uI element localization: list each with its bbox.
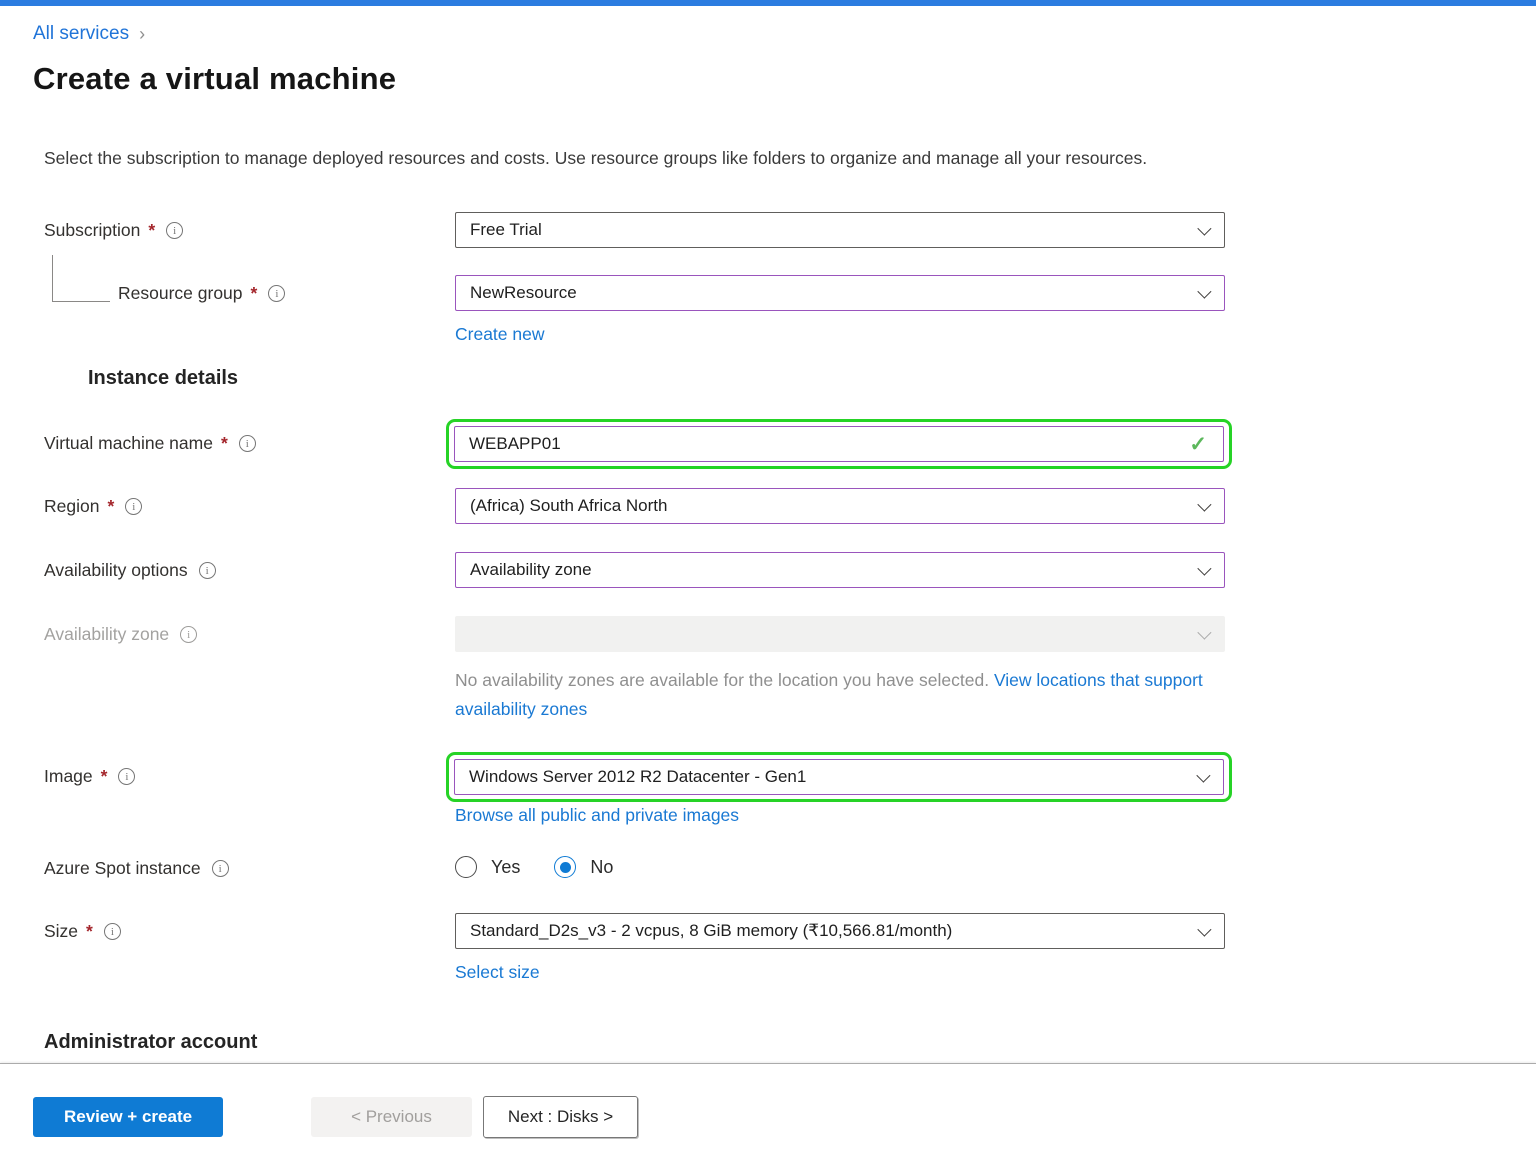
availability-options-label-text: Availability options [44, 560, 188, 581]
availability-zone-label: Availability zone i [44, 616, 455, 645]
vm-name-value: WEBAPP01 [469, 434, 561, 454]
vm-name-highlight-box: WEBAPP01 ✓ [446, 419, 1232, 469]
image-label-text: Image [44, 766, 93, 787]
image-row: Image * i Windows Server 2012 R2 Datacent… [44, 752, 1536, 826]
azure-spot-radio-group: Yes No [455, 850, 613, 878]
azure-spot-yes-option[interactable]: Yes [455, 856, 520, 878]
radio-unselected-icon [455, 856, 477, 878]
availability-options-value: Availability zone [470, 560, 592, 580]
subscription-dropdown[interactable]: Free Trial [455, 212, 1225, 248]
availability-options-row: Availability options i Availability zone [44, 552, 1536, 588]
chevron-down-icon [1197, 285, 1211, 299]
required-asterisk: * [100, 766, 108, 787]
image-highlight-box: Windows Server 2012 R2 Datacenter - Gen1 [446, 752, 1232, 802]
instance-details-heading: Instance details [88, 367, 1536, 390]
vm-name-input[interactable]: WEBAPP01 ✓ [454, 426, 1224, 462]
footer-action-bar: Review + create < Previous Next : Disks … [0, 1063, 1536, 1154]
admin-account-heading: Administrator account [44, 1031, 1536, 1048]
chevron-down-icon [1197, 562, 1211, 576]
azure-spot-label: Azure Spot instance i [44, 850, 455, 879]
required-asterisk: * [85, 921, 93, 942]
availability-options-label: Availability options i [44, 552, 455, 581]
availability-options-dropdown[interactable]: Availability zone [455, 552, 1225, 588]
size-dropdown[interactable]: Standard_D2s_v3 - 2 vcpus, 8 GiB memory … [455, 913, 1225, 949]
radio-selected-icon [554, 856, 576, 878]
info-icon[interactable]: i [118, 768, 135, 785]
page-description: Select the subscription to manage deploy… [44, 144, 1229, 173]
basics-form: Subscription * i Free Trial Resource grou… [0, 212, 1536, 983]
required-asterisk: * [106, 496, 114, 517]
breadcrumb-chevron-icon: › [139, 24, 145, 45]
azure-spot-label-text: Azure Spot instance [44, 858, 201, 879]
breadcrumb: All services › [33, 23, 1536, 45]
availability-zone-message: No availability zones are available for … [455, 666, 1230, 724]
region-label-text: Region [44, 496, 99, 517]
subscription-label: Subscription * i [44, 212, 455, 241]
size-row: Size * i Standard_D2s_v3 - 2 vcpus, 8 GiB… [44, 913, 1536, 983]
required-asterisk: * [220, 433, 228, 454]
previous-button[interactable]: < Previous [311, 1097, 472, 1137]
page-title: Create a virtual machine [33, 61, 1536, 97]
info-icon[interactable]: i [199, 562, 216, 579]
required-asterisk: * [250, 283, 258, 304]
vm-name-label-text: Virtual machine name [44, 433, 213, 454]
azure-spot-no-label: No [590, 857, 613, 878]
info-icon[interactable]: i [212, 860, 229, 877]
info-icon[interactable]: i [125, 498, 142, 515]
valid-check-icon: ✓ [1189, 434, 1207, 455]
subscription-row: Subscription * i Free Trial [44, 212, 1536, 248]
azure-spot-yes-label: Yes [491, 857, 520, 878]
availability-zone-message-text: No availability zones are available for … [455, 670, 994, 690]
select-size-link[interactable]: Select size [455, 962, 540, 983]
availability-zone-dropdown [455, 616, 1225, 652]
breadcrumb-all-services-link[interactable]: All services [33, 23, 129, 45]
vm-name-row: Virtual machine name * i WEBAPP01 ✓ [44, 419, 1536, 469]
image-label: Image * i [44, 752, 455, 787]
info-icon[interactable]: i [180, 626, 197, 643]
chevron-down-icon [1197, 626, 1211, 640]
chevron-down-icon [1197, 498, 1211, 512]
size-value: Standard_D2s_v3 - 2 vcpus, 8 GiB memory … [470, 921, 952, 941]
subscription-label-text: Subscription [44, 220, 140, 241]
size-label-text: Size [44, 921, 78, 942]
subscription-value: Free Trial [470, 220, 542, 240]
region-row: Region * i (Africa) South Africa North [44, 488, 1536, 524]
info-icon[interactable]: i [166, 222, 183, 239]
region-dropdown[interactable]: (Africa) South Africa North [455, 488, 1225, 524]
tree-connector-line [52, 255, 110, 302]
info-icon[interactable]: i [268, 285, 285, 302]
browse-images-link[interactable]: Browse all public and private images [455, 805, 739, 826]
availability-zone-row: Availability zone i No availability zone… [44, 616, 1536, 724]
admin-account-heading-clipped: Administrator account [0, 1031, 1536, 1048]
azure-spot-row: Azure Spot instance i Yes No [44, 850, 1536, 879]
size-label: Size * i [44, 913, 455, 942]
region-label: Region * i [44, 488, 455, 517]
image-value: Windows Server 2012 R2 Datacenter - Gen1 [469, 767, 806, 787]
info-icon[interactable]: i [104, 923, 121, 940]
review-create-button[interactable]: Review + create [33, 1097, 223, 1137]
info-icon[interactable]: i [239, 435, 256, 452]
resource-group-row: Resource group * i NewResource Create new [44, 275, 1536, 345]
azure-spot-no-option[interactable]: No [554, 856, 613, 878]
top-accent-bar [0, 0, 1536, 6]
chevron-down-icon [1197, 923, 1211, 937]
image-dropdown[interactable]: Windows Server 2012 R2 Datacenter - Gen1 [454, 759, 1224, 795]
availability-zone-label-text: Availability zone [44, 624, 169, 645]
resource-group-value: NewResource [470, 283, 577, 303]
resource-group-dropdown[interactable]: NewResource [455, 275, 1225, 311]
chevron-down-icon [1196, 769, 1210, 783]
chevron-down-icon [1197, 222, 1211, 236]
vm-name-label: Virtual machine name * i [44, 419, 455, 454]
required-asterisk: * [147, 220, 155, 241]
create-new-link[interactable]: Create new [455, 324, 545, 345]
region-value: (Africa) South Africa North [470, 496, 667, 516]
next-disks-button[interactable]: Next : Disks > [483, 1096, 638, 1138]
resource-group-label-text: Resource group [118, 283, 243, 304]
